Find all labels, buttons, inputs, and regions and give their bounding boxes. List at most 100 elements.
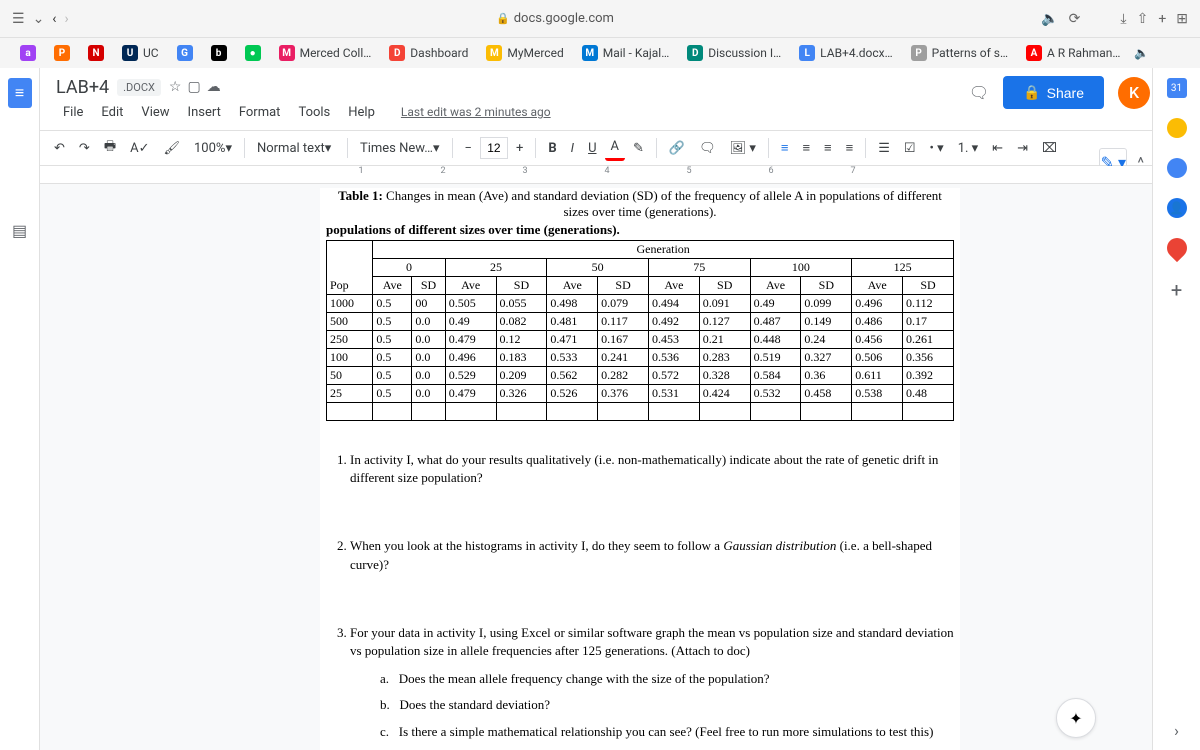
align-left-button[interactable]: ≡ <box>775 136 795 160</box>
bookmark-item[interactable]: MMyMerced <box>478 42 571 64</box>
bookmark-item[interactable]: MMerced Coll… <box>271 42 380 64</box>
question-2: When you look at the histograms in activ… <box>350 537 954 573</box>
redo-button[interactable]: ↷ <box>73 137 96 160</box>
checklist-button[interactable]: ☑ <box>898 137 922 160</box>
sidebar-toggle-icon[interactable]: ☰ <box>12 11 25 27</box>
menu-help[interactable]: Help <box>341 101 382 124</box>
reader-icon[interactable]: 🔈 <box>1041 11 1058 27</box>
indent-dec-button[interactable]: ⇤ <box>986 137 1009 160</box>
doc-ext-badge: .DOCX <box>117 79 161 96</box>
chevron-down-icon[interactable]: ⌄ <box>33 11 45 27</box>
bookmark-item[interactable]: G <box>169 42 201 64</box>
maps-icon[interactable] <box>1162 234 1190 262</box>
bookmark-item[interactable]: a <box>12 42 44 64</box>
favicon: D <box>389 45 405 61</box>
align-right-button[interactable]: ≡ <box>818 136 838 160</box>
bookmark-item[interactable]: N <box>80 42 112 64</box>
sub-caption: populations of different sizes over time… <box>326 222 954 238</box>
clear-format-button[interactable]: ⌧ <box>1036 137 1063 160</box>
star-icon[interactable]: ☆ <box>169 79 182 95</box>
font-size-dec[interactable]: − <box>459 137 478 160</box>
zoom-select[interactable]: 100% ▾ <box>188 139 238 158</box>
bookmark-item[interactable]: UUC <box>114 42 167 64</box>
menu-view[interactable]: View <box>134 101 176 124</box>
indent-inc-button[interactable]: ⇥ <box>1011 137 1034 160</box>
outline-icon[interactable]: ▤ <box>8 218 32 242</box>
bookmark-item[interactable]: b <box>203 42 235 64</box>
font-size-inc[interactable]: + <box>510 137 529 160</box>
bold-button[interactable]: B <box>542 137 562 160</box>
format-toolbar: ↶ ↷ 🖶 A✓ 🖌 100% ▾ Normal text ▾ Times Ne… <box>40 130 1152 166</box>
docs-logo-icon[interactable]: ≡ <box>8 78 32 108</box>
share-button[interactable]: 🔒 Share <box>1003 76 1104 109</box>
bookmark-item[interactable]: AA R Rahman… <box>1018 42 1128 64</box>
bookmark-item[interactable]: DDashboard <box>381 42 476 64</box>
contacts-icon[interactable]: 👤 <box>1167 198 1187 218</box>
image-button[interactable]: 🖼 ▾ <box>724 137 762 160</box>
cloud-icon[interactable]: ☁ <box>207 79 221 95</box>
collapse-rail-icon[interactable]: › <box>1174 721 1179 740</box>
bullet-list-button[interactable]: • ▾ <box>924 137 950 160</box>
tab-audio-icon[interactable]: 🔈 <box>1134 46 1149 60</box>
last-edit-link[interactable]: Last edit was 2 minutes ago <box>394 101 558 123</box>
question-3c: c. Is there a simple mathematical relati… <box>380 723 954 741</box>
paint-format-button[interactable]: 🖌 <box>157 137 186 160</box>
avatar[interactable]: K <box>1118 77 1150 109</box>
undo-button[interactable]: ↶ <box>48 137 71 160</box>
download-icon[interactable]: ⤓ <box>1120 11 1126 27</box>
doc-title[interactable]: LAB+4 <box>56 77 109 98</box>
menu-tools[interactable]: Tools <box>291 101 337 124</box>
align-center-button[interactable]: ≡ <box>796 136 816 160</box>
font-size-input[interactable] <box>480 137 508 159</box>
favicon: P <box>911 45 927 61</box>
favicon: a <box>20 45 36 61</box>
questions: In activity I, what do your results qual… <box>326 451 954 741</box>
data-table: PopGeneration0255075100125AveSDAveSDAveS… <box>326 240 954 421</box>
tasks-icon[interactable] <box>1167 158 1187 178</box>
add-tab-icon[interactable]: + <box>1158 11 1166 27</box>
nav-back-icon[interactable]: ‹ <box>52 11 56 27</box>
menu-insert[interactable]: Insert <box>181 101 228 124</box>
menu-file[interactable]: File <box>56 101 90 124</box>
favicon: ● <box>245 45 261 61</box>
question-3a: a. Does the mean allele frequency change… <box>380 670 954 688</box>
nav-forward-icon[interactable]: › <box>65 11 69 27</box>
print-button[interactable]: 🖶 <box>98 133 122 163</box>
keep-icon[interactable] <box>1167 118 1187 138</box>
font-select[interactable]: Times New… ▾ <box>354 139 446 158</box>
url-bar[interactable]: 🔒 docs.google.com <box>400 11 711 26</box>
bookmark-item[interactable]: ● <box>237 42 269 64</box>
tabs-icon[interactable]: ⊞ <box>1176 11 1188 27</box>
addons-plus-icon[interactable]: + <box>1171 278 1182 302</box>
favicon: U <box>122 45 138 61</box>
style-select[interactable]: Normal text ▾ <box>251 139 341 158</box>
document-canvas[interactable]: Table 1: Changes in mean (Ave) and stand… <box>40 184 1152 750</box>
bookmark-item[interactable]: P <box>46 42 78 64</box>
menu-edit[interactable]: Edit <box>94 101 130 124</box>
bookmark-item[interactable]: PPatterns of s… <box>903 42 1016 64</box>
number-list-button[interactable]: 1. ▾ <box>952 137 984 160</box>
ruler[interactable]: 1234567 <box>40 166 1152 184</box>
line-spacing-button[interactable]: ☰ <box>872 137 896 160</box>
favicon: D <box>687 45 703 61</box>
bookmark-item[interactable]: DDiscussion I… <box>679 42 789 64</box>
text-color-button[interactable]: A <box>605 135 625 161</box>
comment-history-icon[interactable]: 🗨 <box>969 83 989 102</box>
link-button[interactable]: 🔗 <box>663 137 691 160</box>
calendar-icon[interactable]: 31 <box>1167 78 1187 98</box>
table-caption: Table 1: Changes in mean (Ave) and stand… <box>326 188 954 220</box>
menu-format[interactable]: Format <box>232 101 288 124</box>
highlight-button[interactable]: ✎ <box>627 137 650 160</box>
align-justify-button[interactable]: ≡ <box>840 136 860 160</box>
move-icon[interactable]: ▢ <box>187 79 200 95</box>
bookmark-item[interactable]: LLAB+4.docx… <box>791 42 900 64</box>
comment-button[interactable]: 🗨 <box>693 137 722 160</box>
underline-button[interactable]: U <box>582 137 602 160</box>
explore-button[interactable]: ✦ <box>1056 698 1096 738</box>
bookmark-item[interactable]: MMail - Kajal… <box>574 42 678 64</box>
spellcheck-button[interactable]: A✓ <box>124 137 155 160</box>
share-icon[interactable]: ⇧ <box>1137 11 1149 27</box>
reload-icon[interactable]: ⟳ <box>1069 11 1081 27</box>
italic-button[interactable]: I <box>565 137 580 160</box>
favicon: b <box>211 45 227 61</box>
